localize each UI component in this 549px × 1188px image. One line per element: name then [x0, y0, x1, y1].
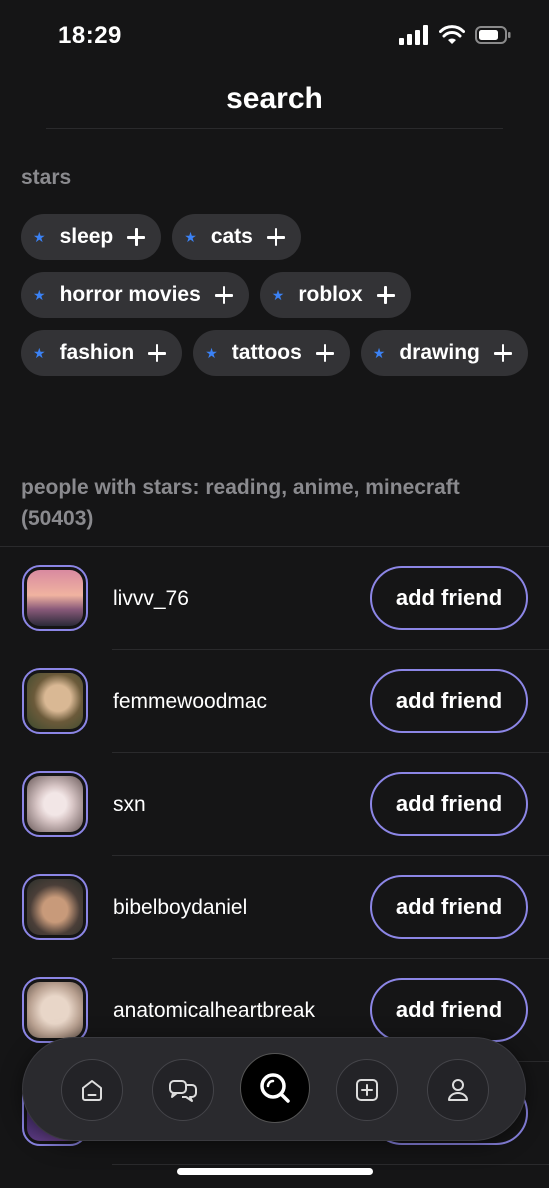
- tab-add-post[interactable]: [336, 1059, 398, 1121]
- home-indicator[interactable]: [177, 1168, 373, 1175]
- status-time: 18:29: [58, 22, 122, 49]
- search-icon: [258, 1071, 292, 1105]
- avatar-image: [27, 982, 83, 1038]
- chip-label: tattoos: [231, 341, 302, 364]
- chip-label: horror movies: [59, 283, 201, 306]
- star-icon: ★: [33, 229, 46, 245]
- star-icon: ★: [33, 287, 46, 303]
- add-friend-button[interactable]: add friend: [370, 669, 528, 733]
- username[interactable]: femmewoodmac: [113, 650, 267, 753]
- plus-icon[interactable]: [127, 228, 146, 246]
- plus-icon[interactable]: [214, 286, 233, 304]
- avatar-image: [27, 673, 83, 729]
- add-friend-button[interactable]: add friend: [370, 566, 528, 630]
- person-row[interactable]: sxn add friend: [0, 753, 549, 856]
- plus-icon[interactable]: [376, 286, 395, 304]
- person-row[interactable]: bibelboydaniel add friend: [0, 856, 549, 959]
- chip-label: fashion: [59, 341, 135, 364]
- star-chip[interactable]: ★ horror movies: [21, 272, 249, 318]
- wifi-icon: [439, 25, 465, 44]
- plus-icon[interactable]: [493, 344, 512, 362]
- chip-label: roblox: [298, 283, 363, 306]
- tab-chat[interactable]: [152, 1059, 214, 1121]
- star-chip[interactable]: ★ roblox: [259, 272, 411, 318]
- star-chip[interactable]: ★ tattoos: [193, 330, 350, 376]
- star-icon: ★: [33, 345, 46, 361]
- add-post-icon: [354, 1077, 380, 1103]
- star-chips: ★ sleep ★ cats ★ horror movies ★ roblox ★ fashion…: [21, 214, 531, 376]
- star-icon: ★: [372, 345, 386, 361]
- battery-icon: [475, 26, 511, 44]
- add-friend-button[interactable]: add friend: [370, 772, 528, 836]
- star-chip[interactable]: ★ fashion: [21, 330, 183, 376]
- username[interactable]: livvv_76: [113, 547, 189, 650]
- header: search: [0, 72, 549, 130]
- signal-icon: [399, 25, 428, 45]
- people-heading: people with stars: reading, anime, minec…: [21, 476, 460, 530]
- chip-label: drawing: [399, 341, 480, 364]
- add-friend-button[interactable]: add friend: [370, 875, 528, 939]
- avatar[interactable]: [22, 565, 88, 631]
- tab-home[interactable]: [61, 1059, 123, 1121]
- tab-bar: [22, 1037, 526, 1141]
- tab-profile[interactable]: [427, 1059, 489, 1121]
- home-icon: [79, 1077, 105, 1103]
- status-icons: [399, 25, 511, 45]
- avatar-image: [27, 570, 83, 626]
- tab-search[interactable]: [240, 1053, 310, 1123]
- header-divider: [46, 128, 503, 129]
- star-icon: ★: [205, 345, 218, 361]
- chip-label: cats: [210, 225, 253, 248]
- avatar[interactable]: [22, 874, 88, 940]
- star-chip[interactable]: ★ sleep: [21, 214, 162, 260]
- person-row[interactable]: livvv_76 add friend: [0, 547, 549, 650]
- chat-icon: [168, 1077, 198, 1103]
- plus-icon[interactable]: [266, 228, 285, 246]
- star-icon: ★: [184, 229, 197, 245]
- person-row[interactable]: femmewoodmac add friend: [0, 650, 549, 753]
- avatar-image: [27, 776, 83, 832]
- username[interactable]: bibelboydaniel: [113, 856, 247, 959]
- avatar[interactable]: [22, 771, 88, 837]
- stars-section-label: stars: [21, 166, 72, 189]
- chip-label: sleep: [59, 225, 114, 248]
- plus-icon[interactable]: [148, 344, 167, 362]
- username[interactable]: sxn: [113, 753, 146, 856]
- star-chip[interactable]: ★ cats: [172, 214, 301, 260]
- avatar-image: [27, 879, 83, 935]
- plus-icon[interactable]: [315, 344, 334, 362]
- add-friend-button[interactable]: add friend: [370, 978, 528, 1042]
- star-icon: ★: [271, 287, 285, 303]
- page-title: search: [226, 82, 323, 115]
- star-chip[interactable]: ★ drawing: [360, 330, 528, 376]
- avatar[interactable]: [22, 668, 88, 734]
- avatar[interactable]: [22, 977, 88, 1043]
- status-bar: 18:29: [0, 0, 549, 72]
- profile-icon: [445, 1077, 471, 1103]
